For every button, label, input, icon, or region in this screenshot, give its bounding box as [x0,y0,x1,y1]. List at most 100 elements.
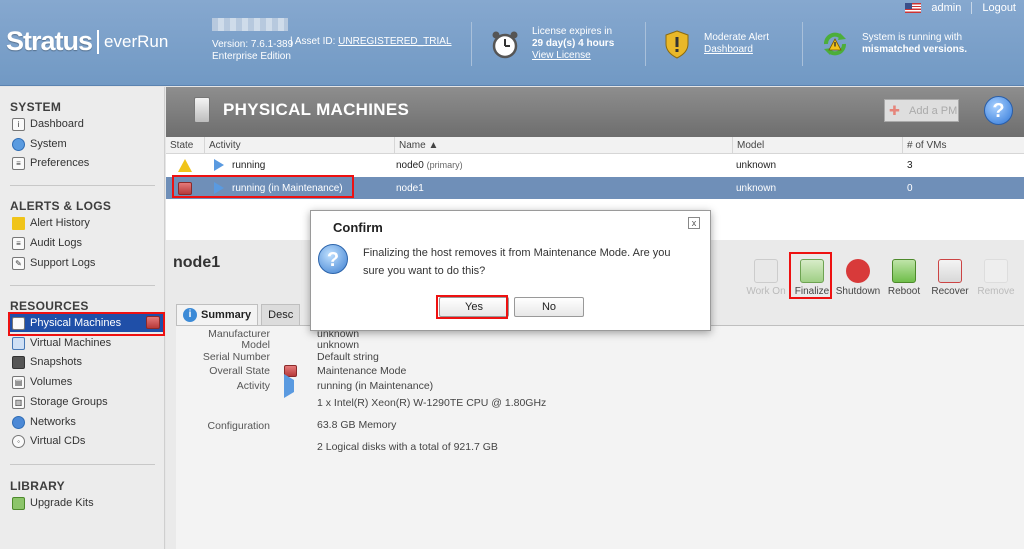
alert-status: Moderate Alert Dashboard [660,22,769,66]
model-cell: unknown [736,182,777,194]
add-pm-button[interactable]: ✚ Add a PM [884,99,959,122]
system-name-redacted [212,18,288,31]
tab-description[interactable]: Desc [261,304,301,325]
sidebar-item-virtual-machines[interactable]: Virtual Machines [12,334,111,352]
work-on-button[interactable]: Work On [743,259,789,297]
finalize-check-icon [800,259,824,283]
section-divider [10,464,155,465]
section-title-resources: RESOURCES [10,299,89,313]
column-header-model[interactable]: Model [732,137,902,153]
dialog-message: Finalizing the host removes it from Main… [363,247,671,277]
refresh-warning-icon [818,27,852,61]
sidebar-item-physical-machines[interactable]: Physical Machines [9,314,165,332]
status-detail: mismatched versions. [862,44,968,55]
sidebar-item-label: Audit Logs [30,237,82,249]
vms-cell: 3 [907,159,913,171]
finalize-button[interactable]: Finalize [789,259,835,297]
work-on-icon [754,259,778,283]
preferences-icon: ≡ [12,156,25,170]
sidebar-item-system[interactable]: System [12,135,67,153]
recover-button[interactable]: Recover [927,259,973,297]
recover-icon [938,259,962,283]
activity-text: running (in Maintenance) [232,182,343,194]
name-text: node0 [396,159,424,171]
us-flag-icon[interactable] [905,3,922,13]
sidebar-item-alert-history[interactable]: Alert History [12,214,90,232]
maintenance-icon [178,177,192,199]
action-label: Remove [977,286,1015,297]
page-title: PHYSICAL MACHINES [223,100,410,119]
help-button[interactable]: ? [984,96,1013,125]
alert-label: Moderate Alert [704,32,770,43]
view-license-link[interactable]: View License [532,50,614,62]
tab-summary[interactable]: i Summary [176,304,259,325]
yes-button[interactable]: Yes [439,297,509,317]
alert-icon [12,216,25,230]
table-row[interactable]: running node0 (primary) unknown 3 [166,154,1024,176]
reboot-button[interactable]: Reboot [881,259,927,297]
detail-tabs: i Summary Desc [176,304,303,325]
network-icon [12,415,25,429]
serial-value: Default string [317,351,379,363]
sidebar-item-virtual-cds[interactable]: ◦ Virtual CDs [12,432,85,450]
cd-icon: ◦ [12,434,25,448]
overall-state-value: Maintenance Mode [317,365,407,377]
logo-subtext: everRun [104,31,169,51]
shield-alert-icon [660,27,694,61]
add-pm-icon: ✚ [889,102,900,118]
confirm-dialog: Confirm x ? Finalizing the host removes … [310,210,711,331]
sidebar-item-dashboard[interactable]: i Dashboard [12,115,84,133]
question-icon: ? [318,244,348,274]
sidebar-item-snapshots[interactable]: Snapshots [12,353,82,371]
column-header-activity[interactable]: Activity [204,137,394,153]
sidebar-item-label: Alert History [30,217,90,229]
license-status: License expires in 29 day(s) 4 hours Vie… [488,22,614,66]
model-cell: unknown [736,159,777,171]
column-header-state[interactable]: State [166,137,204,153]
alarm-clock-icon [488,27,522,61]
maintenance-icon [146,316,160,329]
close-icon[interactable]: x [688,217,700,229]
dialog-title: Confirm [333,220,383,235]
sidebar-item-upgrade-kits[interactable]: Upgrade Kits [12,494,94,512]
sidebar-item-support-logs[interactable]: ✎ Support Logs [12,254,95,272]
username[interactable]: admin [931,2,961,14]
page-header: PHYSICAL MACHINES ✚ Add a PM ? [166,87,1024,137]
header-divider [645,22,646,66]
server-icon [12,316,25,330]
table-row-selected[interactable]: running (in Maintenance) node1 unknown 0 [166,177,1024,199]
activity-text: running [232,159,266,171]
column-header-vms[interactable]: # of VMs [902,137,1024,153]
sidebar-item-label: Physical Machines [30,317,122,329]
activity-cell: running (in Maintenance) [214,177,343,199]
sidebar-item-preferences[interactable]: ≡ Preferences [12,154,89,172]
license-remaining: 29 day(s) 4 hours [532,38,615,49]
sidebar-item-label: Upgrade Kits [30,497,94,509]
action-label: Work On [746,286,786,297]
shutdown-button[interactable]: Shutdown [835,259,881,297]
name-note: (primary) [426,160,463,170]
logout-link[interactable]: Logout [982,2,1016,14]
sidebar-item-audit-logs[interactable]: ≡ Audit Logs [12,234,82,252]
section-title-alerts: ALERTS & LOGS [10,199,112,213]
asset-id-link[interactable]: UNREGISTERED_TRIAL [338,36,451,47]
action-toolbar: Work On Finalize Shutdown Reboot Recover… [743,259,1019,297]
sidebar-item-label: Virtual CDs [30,435,86,447]
no-button[interactable]: No [514,297,584,317]
dashboard-link[interactable]: Dashboard [704,44,769,56]
section-title-library: LIBRARY [10,479,65,493]
info-icon: i [183,308,197,322]
asset-id: | Asset ID: UNREGISTERED_TRIAL [290,36,452,47]
info-icon: i [12,117,25,131]
status-label: System is running with [862,32,963,43]
sidebar-item-volumes[interactable]: ▤ Volumes [12,373,72,391]
tab-label: Summary [201,309,252,321]
sidebar-item-label: Networks [30,416,76,428]
sidebar-item-networks[interactable]: Networks [12,413,76,431]
storage-icon: ▥ [12,395,25,409]
cpu-value: 1 x Intel(R) Xeon(R) W-1290TE CPU @ 1.80… [317,397,547,409]
remove-button[interactable]: Remove [973,259,1019,297]
sidebar-item-storage-groups[interactable]: ▥ Storage Groups [12,393,108,411]
node-title: node1 [173,254,221,271]
column-header-name[interactable]: Name ▲ [394,137,734,153]
